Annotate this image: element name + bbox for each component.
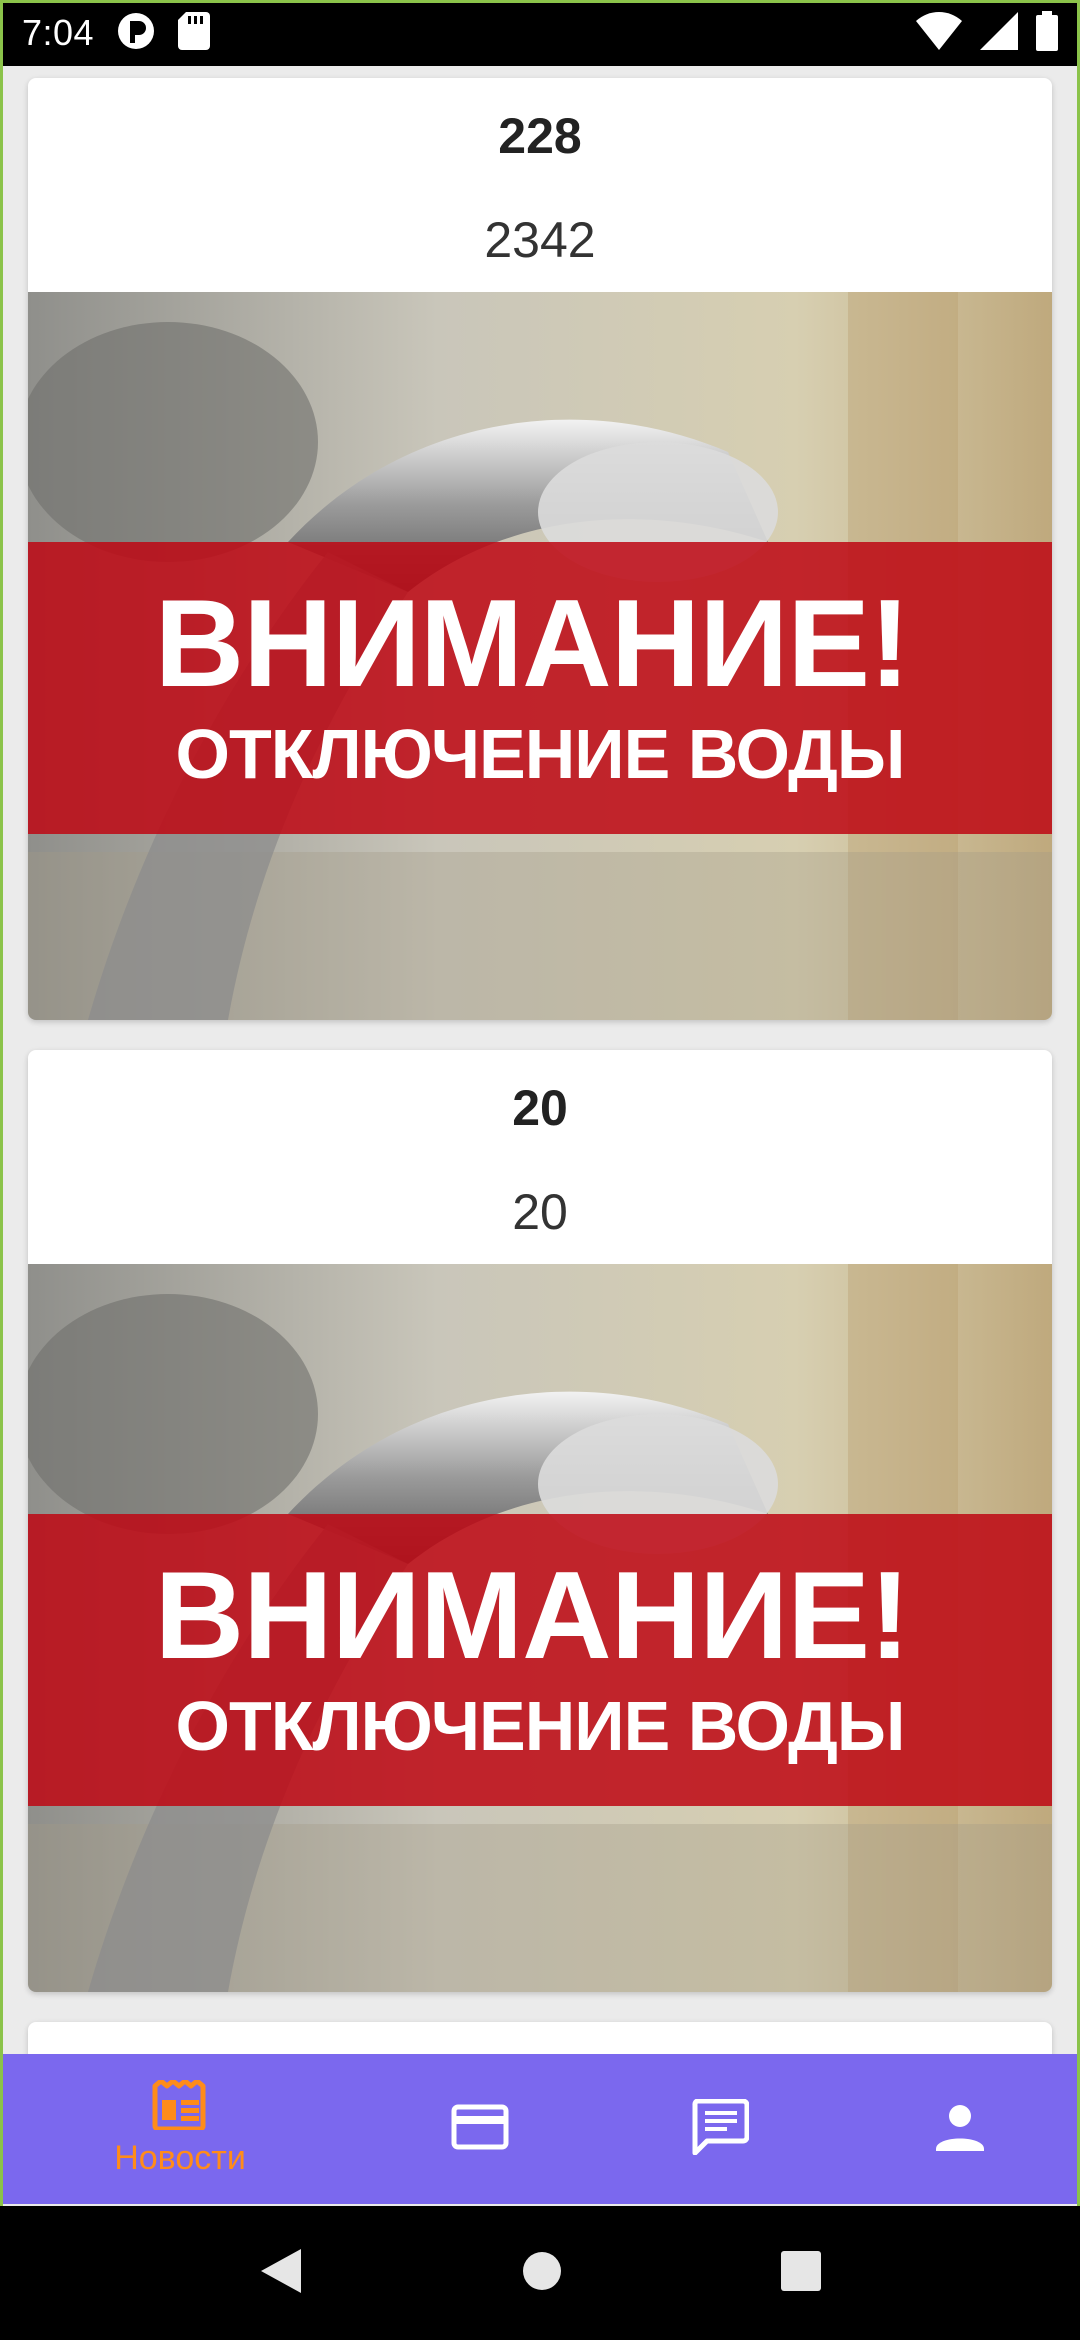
news-feed[interactable]: 228 2342 ВНИМАНИЕ! ОТКЛЮЧЕНИЕ ВОДЫ 20 20… bbox=[0, 66, 1080, 2054]
credit-card-icon bbox=[451, 2104, 509, 2155]
nav-item-messages[interactable] bbox=[600, 2054, 840, 2204]
vpn-status-icon bbox=[116, 11, 156, 56]
status-bar: 7:04 bbox=[0, 0, 1080, 66]
news-card[interactable]: 228 2342 ВНИМАНИЕ! ОТКЛЮЧЕНИЕ ВОДЫ bbox=[28, 78, 1052, 1020]
news-card-subtitle: 20 bbox=[512, 1184, 568, 1240]
news-card-header: 20 20 bbox=[28, 1050, 1052, 1264]
nav-item-news-label: Новости bbox=[114, 2139, 246, 2177]
newspaper-icon bbox=[151, 2078, 209, 2135]
alert-banner: ВНИМАНИЕ! ОТКЛЮЧЕНИЕ ВОДЫ bbox=[28, 542, 1052, 834]
message-icon bbox=[691, 2098, 750, 2160]
status-time: 7:04 bbox=[22, 12, 95, 53]
news-card[interactable]: 20 20 ВНИМАНИЕ! ОТКЛЮЧЕНИЕ ВОДЫ bbox=[28, 1050, 1052, 1992]
nav-item-cards[interactable] bbox=[360, 2054, 600, 2204]
news-card-image: ВНИМАНИЕ! ОТКЛЮЧЕНИЕ ВОДЫ bbox=[28, 292, 1052, 1020]
home-icon[interactable] bbox=[521, 2250, 563, 2297]
sd-card-icon bbox=[178, 11, 211, 55]
alert-banner-subtitle: ОТКЛЮЧЕНИЕ ВОДЫ bbox=[175, 1687, 906, 1765]
news-card-title: 228 bbox=[498, 108, 582, 164]
alert-banner-title: ВНИМАНИЕ! bbox=[154, 575, 911, 713]
alert-banner-title: ВНИМАНИЕ! bbox=[154, 1547, 911, 1685]
news-card-header: 228 2342 bbox=[28, 78, 1052, 292]
news-card-image: ВНИМАНИЕ! ОТКЛЮЧЕНИЕ ВОДЫ bbox=[28, 1264, 1052, 1992]
system-navigation-bar bbox=[0, 2206, 1080, 2340]
wifi-icon bbox=[916, 11, 962, 55]
recents-icon[interactable] bbox=[781, 2250, 821, 2296]
back-icon[interactable] bbox=[259, 2247, 303, 2300]
nav-item-profile[interactable] bbox=[840, 2054, 1080, 2204]
nav-item-news[interactable]: Новости bbox=[0, 2054, 360, 2204]
person-icon bbox=[936, 2103, 984, 2156]
bottom-navigation: Новости bbox=[0, 2054, 1080, 2204]
alert-banner-subtitle: ОТКЛЮЧЕНИЕ ВОДЫ bbox=[175, 715, 906, 793]
cell-signal-icon bbox=[980, 11, 1018, 55]
battery-icon bbox=[1036, 10, 1058, 56]
news-card-title: 20 bbox=[512, 1080, 568, 1136]
news-card[interactable] bbox=[28, 2022, 1052, 2054]
news-card-subtitle: 2342 bbox=[484, 212, 596, 268]
alert-banner: ВНИМАНИЕ! ОТКЛЮЧЕНИЕ ВОДЫ bbox=[28, 1514, 1052, 1806]
